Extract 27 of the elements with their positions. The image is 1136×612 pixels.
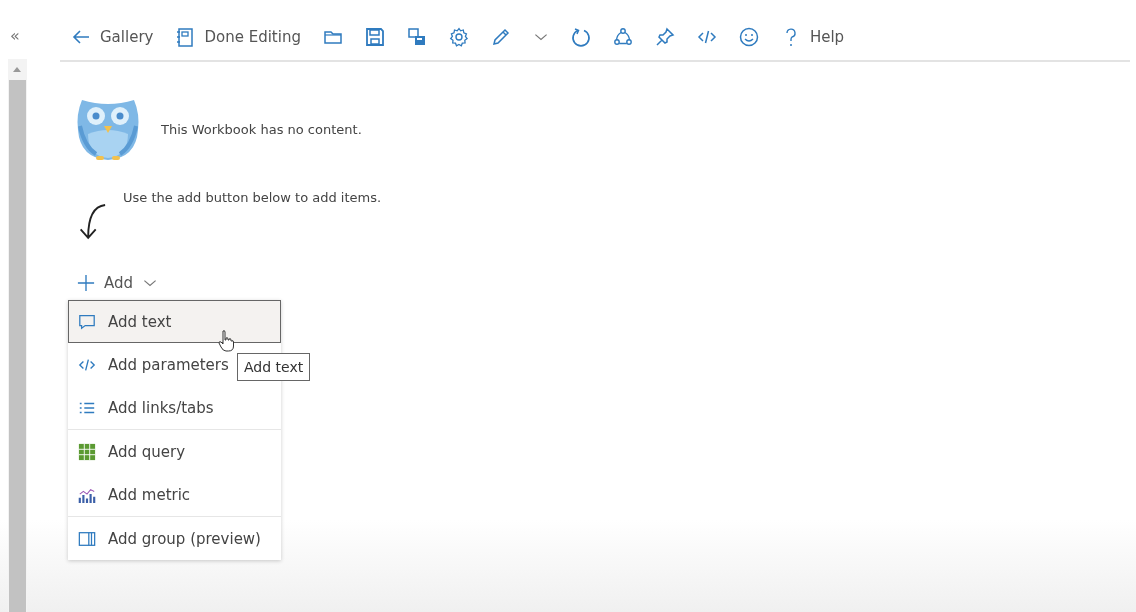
hand-cursor-icon <box>218 330 234 352</box>
collapse-button[interactable]: « <box>0 26 30 45</box>
menu-item[interactable]: Add links/tabs <box>68 386 281 429</box>
scroll-up-icon[interactable] <box>13 67 21 72</box>
speech-bubble-icon <box>78 312 96 331</box>
pin-icon <box>654 27 675 47</box>
menu-item[interactable]: Add query <box>68 430 281 473</box>
refresh-icon <box>570 27 591 47</box>
smiley-icon <box>738 27 759 47</box>
add-button[interactable]: Add <box>75 270 161 296</box>
gear-icon <box>448 27 469 47</box>
menu-item[interactable]: Add metric <box>68 473 281 516</box>
empty-message: This Workbook has no content. <box>161 121 362 137</box>
share-icon <box>612 27 633 47</box>
tooltip: Add text <box>237 353 311 381</box>
pencil-icon <box>490 27 511 47</box>
panel-icon <box>78 529 96 548</box>
toolbar-button[interactable]: Help <box>777 25 848 49</box>
hint-text: Use the add button below to add items. <box>123 190 382 205</box>
toolbar-button[interactable]: Gallery <box>68 25 157 49</box>
toolbar-button[interactable]: Done Editing <box>172 25 304 49</box>
stacked-disks-icon <box>406 27 427 47</box>
plus-icon <box>77 274 95 292</box>
menu-item[interactable]: Add group (preview) <box>68 517 281 560</box>
grid-icon <box>78 442 96 461</box>
menu-item[interactable]: Add text <box>68 300 281 343</box>
notebook-icon <box>175 27 196 47</box>
